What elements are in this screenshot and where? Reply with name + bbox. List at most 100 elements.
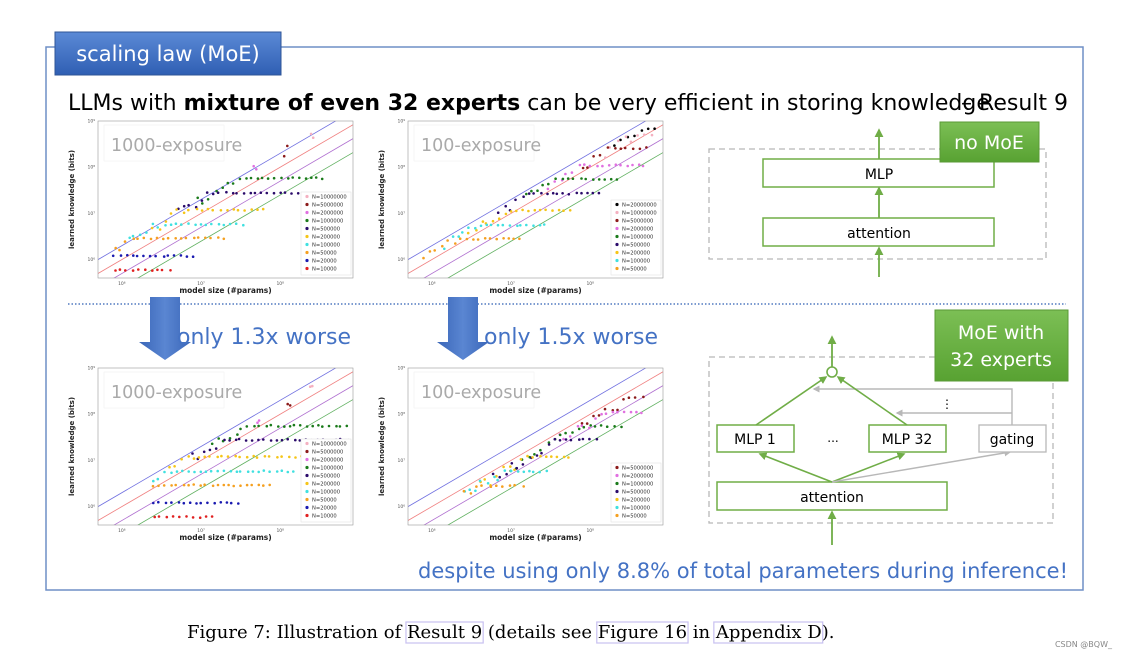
data-point [546, 192, 549, 196]
data-point [454, 242, 457, 245]
data-point [211, 484, 215, 488]
data-point [155, 236, 159, 240]
data-point [462, 489, 466, 493]
data-point [262, 438, 265, 441]
data-point [486, 482, 490, 485]
data-point [467, 226, 470, 229]
data-point [596, 164, 599, 168]
gating-vertical-ellipsis: ⋮ [941, 397, 953, 411]
data-point [111, 254, 115, 258]
x-tick-label: 10⁸ [276, 281, 284, 287]
data-point [457, 235, 460, 238]
data-point [203, 455, 206, 459]
moe-badge-line2: 32 experts [950, 349, 1052, 371]
data-point [135, 254, 139, 258]
caption-prefix: Figure 7: Illustration of [187, 622, 407, 643]
headline-bold: mixture of even 32 experts [184, 91, 521, 116]
data-point [184, 236, 188, 240]
data-point [211, 192, 215, 196]
data-point [586, 191, 589, 195]
legend-marker [615, 250, 619, 255]
data-point [228, 439, 231, 442]
data-point [619, 147, 623, 150]
data-point [226, 209, 229, 212]
data-point [216, 191, 220, 194]
data-point [536, 189, 539, 192]
data-point [126, 253, 129, 257]
legend-marker [305, 465, 309, 470]
legend: N=20000000 N=10000000 N=5000000 N=2000000 N=… [610, 199, 662, 276]
data-point [595, 437, 599, 441]
data-point [259, 191, 263, 194]
data-point [615, 178, 619, 181]
arrow-mlp-32-to-sum [836, 376, 908, 426]
data-point [488, 237, 492, 240]
data-point [206, 198, 210, 201]
data-point [265, 424, 269, 428]
data-point [641, 164, 645, 168]
data-point [229, 469, 233, 473]
data-point [309, 132, 313, 136]
data-point [114, 246, 117, 250]
caption-link-figure-16[interactable]: Figure 16 [598, 622, 687, 643]
data-point [162, 255, 166, 258]
data-point [588, 164, 592, 168]
legend-entry: N=5000000 [312, 202, 343, 208]
data-point [169, 269, 172, 272]
data-point [253, 191, 257, 195]
legend-marker [305, 258, 309, 263]
legend-entry: N=10000000 [312, 194, 347, 200]
data-point [600, 412, 603, 416]
legend-entry: N=1000000 [622, 481, 653, 487]
headline-pre: LLMs with [68, 91, 184, 116]
x-axis-label: model size (#params) [179, 533, 271, 542]
comparison-label-100: only 1.5x worse [484, 325, 658, 350]
data-point [521, 208, 524, 212]
y-tick-label: 10⁸ [87, 412, 95, 418]
legend-marker [305, 218, 309, 223]
data-point [188, 501, 192, 504]
data-point [516, 224, 519, 228]
arrow-mlp-1-to-sum [755, 376, 828, 426]
legend-entry: N=200000 [312, 234, 340, 240]
caption-link-result-9[interactable]: Result 9 [407, 622, 482, 643]
data-point [210, 515, 214, 518]
data-point [540, 191, 543, 195]
data-point [567, 456, 570, 459]
data-point [539, 448, 542, 452]
data-point [616, 408, 619, 412]
data-point [304, 177, 308, 180]
data-point [535, 454, 539, 457]
data-point [131, 234, 135, 238]
legend-marker [615, 505, 619, 510]
data-point [182, 501, 186, 505]
data-point [594, 417, 597, 420]
data-point [282, 154, 286, 158]
data-point [157, 500, 160, 504]
data-point [305, 425, 309, 428]
data-point [177, 501, 181, 504]
data-point [561, 177, 565, 181]
data-point [242, 223, 245, 227]
data-point [269, 439, 273, 442]
data-point [255, 456, 259, 459]
data-point [118, 248, 121, 252]
data-point [261, 207, 265, 211]
caption-suffix: ). [822, 622, 835, 643]
data-point [497, 217, 501, 220]
data-point [171, 515, 175, 518]
data-point [217, 236, 220, 239]
data-point [505, 472, 508, 476]
data-point [476, 238, 480, 241]
data-point [204, 515, 208, 518]
data-point [221, 186, 224, 189]
data-point [162, 484, 166, 487]
data-point [522, 195, 525, 198]
data-point [257, 424, 260, 428]
caption-link-appendix-d[interactable]: Appendix D [715, 622, 822, 643]
gating-label: gating [990, 432, 1035, 448]
data-point [321, 425, 324, 428]
data-point [263, 455, 267, 458]
data-point [522, 470, 526, 474]
data-point [546, 187, 550, 191]
